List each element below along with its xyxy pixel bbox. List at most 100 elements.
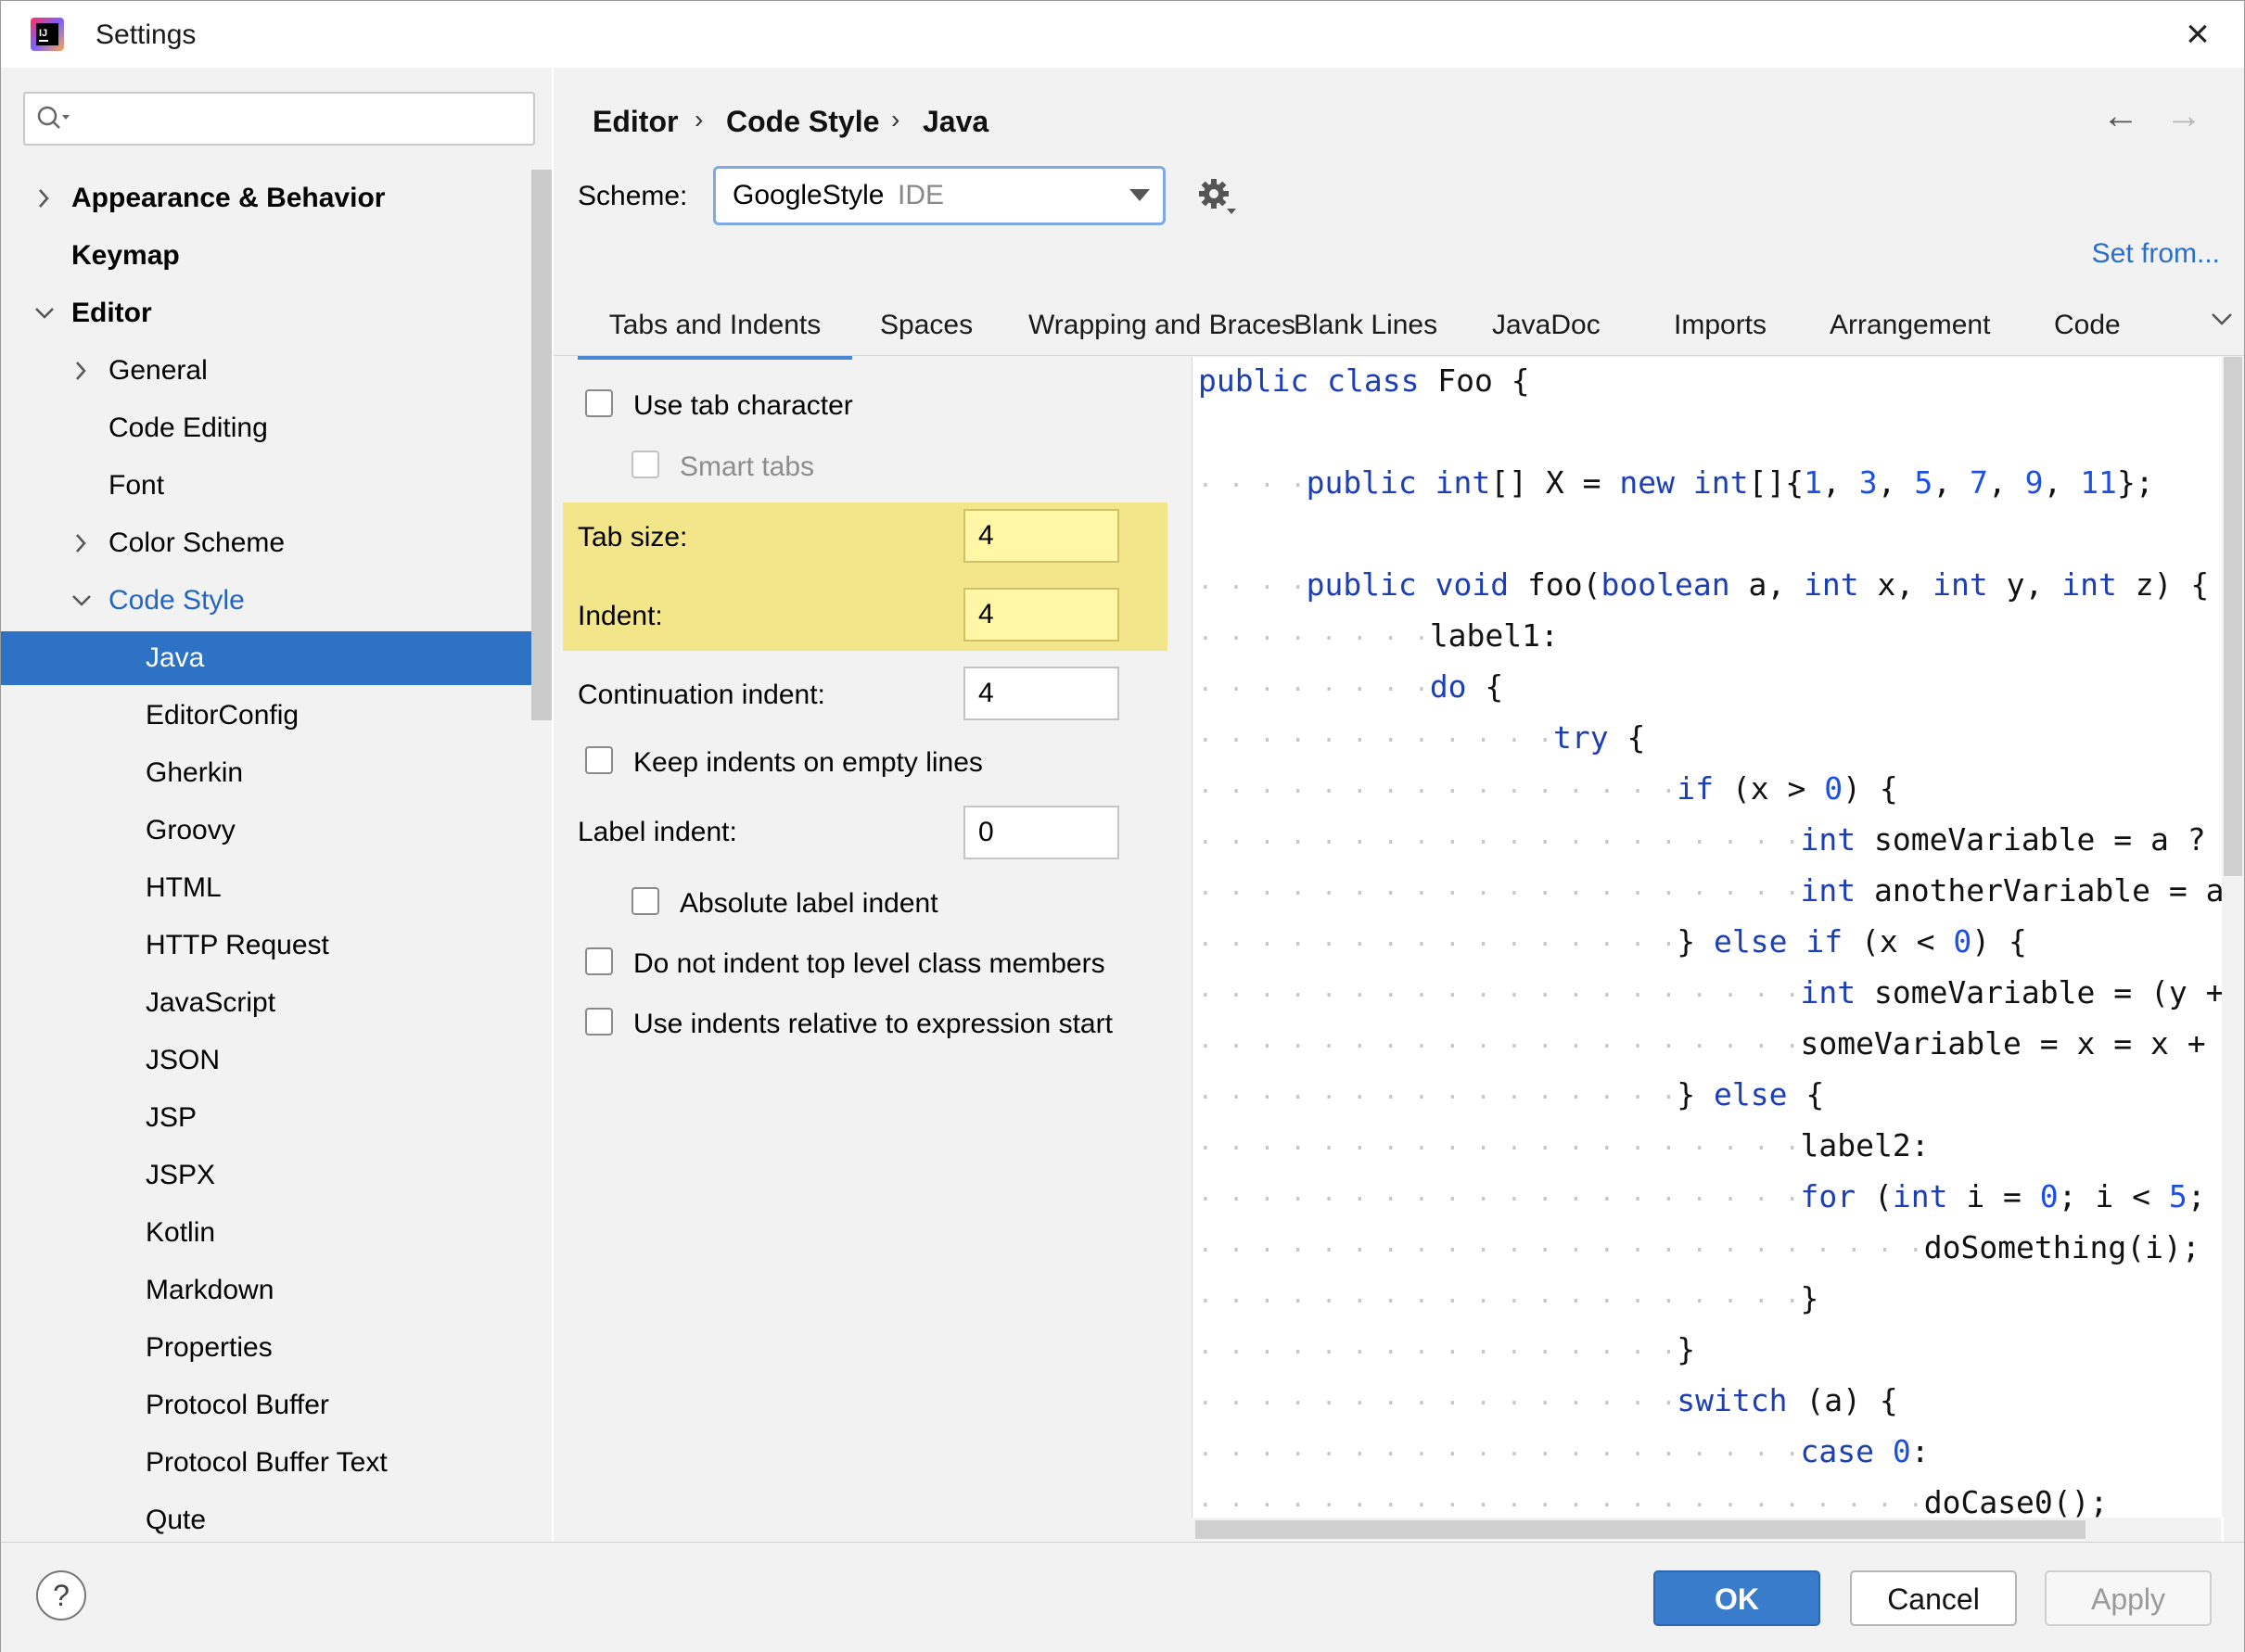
keep-indents-label: Keep indents on empty lines bbox=[633, 747, 983, 778]
back-arrow-icon[interactable]: ← bbox=[2102, 95, 2139, 137]
tab-divider bbox=[554, 355, 2244, 356]
sidebar-item-code-style[interactable]: Code Style bbox=[1, 574, 552, 628]
ok-button[interactable]: OK bbox=[1653, 1570, 1820, 1626]
tab-blank-lines[interactable]: Blank Lines bbox=[1294, 301, 1437, 355]
sidebar-item-kotlin[interactable]: Kotlin bbox=[1, 1206, 552, 1260]
sidebar-item-general[interactable]: General bbox=[1, 344, 552, 398]
preview-vertical-scrollbar[interactable] bbox=[2222, 357, 2244, 1518]
close-icon[interactable]: × bbox=[2175, 12, 2220, 57]
tab-arrangement[interactable]: Arrangement bbox=[1830, 301, 1990, 355]
settings-sidebar: Appearance & Behavior Keymap Editor Gene… bbox=[1, 68, 552, 1542]
indent-input[interactable]: 4 bbox=[963, 588, 1119, 642]
code-line: · · · · · · · · · · · · · · · ·if (x > 0… bbox=[1198, 770, 1898, 807]
keep-indents-checkbox[interactable] bbox=[585, 746, 613, 774]
sidebar-item-appearance-behavior[interactable]: Appearance & Behavior bbox=[1, 172, 552, 225]
code-line: · · · · · · · ·do { bbox=[1198, 668, 1504, 705]
search-input[interactable] bbox=[23, 92, 535, 146]
label-indent-input[interactable]: 0 bbox=[963, 806, 1119, 859]
relative-indents-checkbox[interactable] bbox=[585, 1008, 613, 1036]
tab-javadoc[interactable]: JavaDoc bbox=[1492, 301, 1601, 355]
continuation-indent-input[interactable]: 4 bbox=[963, 667, 1119, 720]
code-line: · · · · · · · · · · · · · · · · · · · · … bbox=[1198, 1229, 2200, 1265]
sidebar-item-keymap[interactable]: Keymap bbox=[1, 229, 552, 283]
no-indent-top-level-label: Do not indent top level class members bbox=[633, 948, 1105, 979]
set-from-link[interactable]: Set from... bbox=[2092, 238, 2220, 270]
sidebar-item-json[interactable]: JSON bbox=[1, 1034, 552, 1087]
scheme-value: GoogleStyle bbox=[733, 180, 885, 210]
code-line: · · · · · · · · · · · · · · · ·} else if… bbox=[1198, 923, 2027, 959]
absolute-label-indent-label: Absolute label indent bbox=[680, 888, 938, 919]
sidebar-item-jspx[interactable]: JSPX bbox=[1, 1149, 552, 1202]
sidebar-item-java[interactable]: Java bbox=[1, 631, 531, 685]
scrollbar-thumb[interactable] bbox=[2224, 357, 2242, 876]
chevron-down-icon[interactable] bbox=[2211, 301, 2233, 338]
sidebar-item-code-editing[interactable]: Code Editing bbox=[1, 401, 552, 455]
sidebar-item-label: Properties bbox=[146, 1332, 273, 1363]
sidebar-item-label: JSPX bbox=[146, 1160, 216, 1190]
tab-tabs-and-indents[interactable]: Tabs and Indents bbox=[578, 301, 852, 360]
breadcrumb-item-code-style[interactable]: Code Style bbox=[726, 105, 879, 139]
no-indent-top-level-checkbox[interactable] bbox=[585, 947, 613, 975]
sidebar-item-label: Editor bbox=[71, 298, 152, 328]
forward-arrow-icon[interactable]: → bbox=[2165, 95, 2202, 137]
sidebar-item-protocol-buffer[interactable]: Protocol Buffer bbox=[1, 1379, 552, 1432]
breadcrumb-item-editor[interactable]: Editor bbox=[593, 105, 678, 139]
scheme-dropdown[interactable]: GoogleStyle IDE bbox=[713, 166, 1166, 225]
sidebar-item-label: Appearance & Behavior bbox=[71, 183, 386, 213]
sidebar-item-label: JSON bbox=[146, 1045, 221, 1075]
code-preview: public class Foo { · · · ·public int[] X… bbox=[1192, 357, 2224, 1542]
settings-content: Editor › Code Style › Java ← → Scheme: G… bbox=[554, 68, 2244, 1542]
sidebar-item-label: Code Editing bbox=[108, 413, 268, 443]
sidebar-scrollbar[interactable] bbox=[531, 170, 552, 720]
chevron-right-icon bbox=[39, 189, 49, 208]
smart-tabs-checkbox[interactable] bbox=[631, 451, 659, 478]
help-button[interactable]: ? bbox=[36, 1570, 86, 1620]
title-bar: IJ Settings × bbox=[1, 1, 2244, 68]
dropdown-arrow-icon bbox=[1129, 189, 1150, 201]
tab-imports[interactable]: Imports bbox=[1674, 301, 1767, 355]
cancel-button[interactable]: Cancel bbox=[1850, 1570, 2017, 1626]
sidebar-item-html[interactable]: HTML bbox=[1, 861, 552, 915]
sidebar-item-label: EditorConfig bbox=[146, 700, 300, 731]
tab-spaces[interactable]: Spaces bbox=[880, 301, 973, 355]
tab-size-input[interactable]: 4 bbox=[963, 509, 1119, 563]
sidebar-item-editor[interactable]: Editor bbox=[1, 286, 552, 340]
sidebar-item-http-request[interactable]: HTTP Request bbox=[1, 919, 552, 972]
sidebar-item-label: Kotlin bbox=[146, 1217, 216, 1248]
sidebar-item-properties[interactable]: Properties bbox=[1, 1321, 552, 1375]
smart-tabs-label: Smart tabs bbox=[680, 451, 815, 482]
sidebar-item-label: Code Style bbox=[108, 585, 245, 616]
scheme-label: Scheme: bbox=[578, 181, 688, 211]
gear-icon[interactable] bbox=[1197, 177, 1238, 218]
sidebar-item-qute[interactable]: Qute bbox=[1, 1493, 552, 1542]
window-title: Settings bbox=[96, 19, 197, 50]
tab-code[interactable]: Code bbox=[2054, 301, 2121, 355]
sidebar-item-font[interactable]: Font bbox=[1, 459, 552, 513]
search-icon bbox=[37, 106, 70, 129]
sidebar-item-javascript[interactable]: JavaScript bbox=[1, 976, 552, 1030]
scrollbar-thumb[interactable] bbox=[1195, 1520, 2086, 1539]
sidebar-item-label: Protocol Buffer bbox=[146, 1390, 329, 1420]
preview-horizontal-scrollbar[interactable] bbox=[1192, 1518, 2221, 1542]
sidebar-item-label: Groovy bbox=[146, 815, 236, 845]
code-line: · · · ·public int[] X = new int[]{1, 3, … bbox=[1198, 464, 2154, 501]
apply-button[interactable]: Apply bbox=[2045, 1570, 2212, 1626]
sidebar-item-label: Java bbox=[146, 642, 205, 673]
use-tab-character-label: Use tab character bbox=[633, 390, 853, 421]
absolute-label-indent-checkbox[interactable] bbox=[631, 887, 659, 915]
tab-wrapping-and-braces[interactable]: Wrapping and Braces bbox=[1028, 301, 1295, 355]
sidebar-item-label: Qute bbox=[146, 1505, 207, 1535]
breadcrumb-separator-icon: › bbox=[695, 105, 704, 133]
sidebar-item-label: Color Scheme bbox=[108, 527, 286, 558]
dialog-footer: ? OK Cancel Apply bbox=[1, 1542, 2244, 1652]
use-tab-character-checkbox[interactable] bbox=[585, 389, 613, 417]
sidebar-item-color-scheme[interactable]: Color Scheme bbox=[1, 516, 552, 570]
sidebar-item-groovy[interactable]: Groovy bbox=[1, 804, 552, 858]
sidebar-item-gherkin[interactable]: Gherkin bbox=[1, 746, 552, 800]
sidebar-item-jsp[interactable]: JSP bbox=[1, 1091, 552, 1145]
sidebar-item-protocol-buffer-text[interactable]: Protocol Buffer Text bbox=[1, 1436, 552, 1490]
sidebar-item-markdown[interactable]: Markdown bbox=[1, 1264, 552, 1317]
chevron-right-icon bbox=[76, 362, 86, 380]
sidebar-item-editorconfig[interactable]: EditorConfig bbox=[1, 689, 552, 743]
sidebar-item-label: Font bbox=[108, 470, 165, 501]
